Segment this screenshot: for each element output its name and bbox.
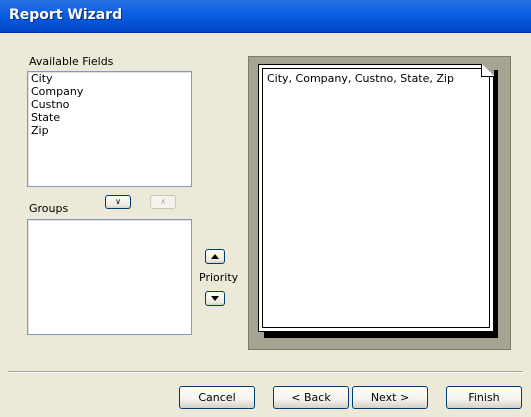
list-item[interactable]: State xyxy=(28,111,191,124)
list-item[interactable]: City xyxy=(28,72,191,85)
finish-button[interactable]: Finish xyxy=(446,386,522,409)
next-button[interactable]: Next > xyxy=(352,386,428,409)
priority-down-button[interactable] xyxy=(205,291,225,306)
list-item[interactable]: Zip xyxy=(28,124,191,137)
list-item[interactable]: Company xyxy=(28,85,191,98)
back-button[interactable]: < Back xyxy=(273,386,349,409)
title-bar: Report Wizard xyxy=(0,0,531,33)
groups-label: Groups xyxy=(29,202,69,215)
move-to-groups-button[interactable]: ∨ xyxy=(105,195,131,209)
chevron-up-icon: ∧ xyxy=(160,197,166,206)
available-fields-list[interactable]: City Company Custno State Zip xyxy=(27,71,192,187)
priority-label: Priority xyxy=(199,271,239,284)
page-fold-icon xyxy=(481,64,494,77)
available-fields-label: Available Fields xyxy=(29,55,114,68)
arrow-up-icon xyxy=(211,254,219,259)
preview-fields-text: City, Company, Custno, State, Zip xyxy=(267,72,454,85)
report-preview-page: City, Company, Custno, State, Zip xyxy=(258,64,494,332)
move-to-fields-button[interactable]: ∧ xyxy=(150,195,176,209)
priority-up-button[interactable] xyxy=(205,249,225,264)
window-title: Report Wizard xyxy=(9,7,123,23)
cancel-button[interactable]: Cancel xyxy=(179,386,255,409)
page-border xyxy=(262,68,490,328)
groups-list[interactable] xyxy=(27,219,192,335)
separator-line xyxy=(8,371,523,373)
list-item[interactable]: Custno xyxy=(28,98,191,111)
arrow-down-icon xyxy=(211,296,219,301)
chevron-down-icon: ∨ xyxy=(115,197,121,206)
